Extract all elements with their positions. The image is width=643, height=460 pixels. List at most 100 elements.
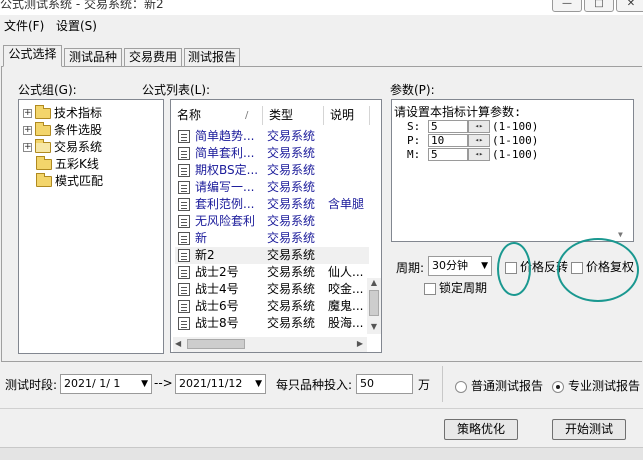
hscroll-thumb[interactable] [187, 339, 245, 349]
list-row[interactable]: 战士2号 交易系统 仙人... [175, 264, 369, 281]
row-name: 简单趋势... [195, 129, 255, 143]
list-row[interactable]: 新 交易系统 [175, 230, 369, 247]
spin-icon[interactable]: ◂▸ [468, 120, 490, 133]
tree-item-pattern-match[interactable]: 模式匹配 [36, 173, 103, 190]
tree-item-color-kline[interactable]: 五彩K线 [36, 156, 99, 173]
formula-group-tree[interactable]: + 技术指标 + 条件选股 + 交易系统 五彩K线 模式匹配 [18, 99, 164, 354]
row-desc: 仙人... [328, 265, 364, 279]
row-type: 交易系统 [267, 316, 316, 330]
tree-item-stock-screen[interactable]: + 条件选股 [23, 122, 102, 139]
param-p-input[interactable]: 10 [428, 134, 468, 147]
list-row[interactable]: 请编写一... 交易系统 [175, 179, 369, 196]
spin-icon[interactable]: ◂▸ [468, 148, 490, 161]
date-from-picker[interactable]: 2021/ 1/ 1 ▼ [60, 374, 152, 394]
scroll-down-icon[interactable]: ▼ [367, 322, 381, 331]
tree-item-indicators[interactable]: + 技术指标 [23, 105, 102, 122]
tab-trade-fees[interactable]: 交易费用 [124, 48, 182, 66]
param-range: (1-100) [492, 120, 539, 133]
list-row-selected[interactable]: 新2 交易系统 [175, 247, 369, 264]
radio-selected-icon[interactable] [552, 380, 564, 393]
chevron-down-icon: ▼ [255, 379, 262, 389]
date-from-value: 2021/ 1/ 1 [64, 377, 121, 390]
row-name: 套利范例... [195, 197, 255, 211]
list-row[interactable]: 简单趋势... 交易系统 [175, 128, 369, 145]
strategy-optimize-button[interactable]: 策略优化 [444, 419, 518, 440]
list-row[interactable]: 无风险套利 交易系统 [175, 213, 369, 230]
formula-doc-icon [178, 283, 190, 296]
menu-bar: 文件(F) 设置(S) [0, 15, 643, 34]
divider [0, 408, 643, 409]
list-row[interactable]: 期权BS定... 交易系统 [175, 162, 369, 179]
row-type: 交易系统 [267, 180, 316, 194]
close-button[interactable]: ✕ [616, 0, 643, 12]
list-horizontal-scrollbar[interactable]: ◀ ▶ [173, 337, 367, 352]
formula-doc-icon [178, 130, 190, 143]
scroll-right-icon[interactable]: ▶ [357, 339, 363, 348]
expand-icon[interactable]: + [23, 143, 32, 152]
radio-icon[interactable] [455, 380, 467, 393]
tree-item-trading-system[interactable]: + 交易系统 [23, 139, 102, 156]
column-header-name[interactable]: 名称 / [171, 106, 263, 125]
scroll-down-icon[interactable]: ▼ [618, 230, 623, 239]
checkbox-label: 锁定周期 [439, 281, 488, 295]
radio-normal-report[interactable]: 普通测试报告 [455, 377, 543, 394]
folder-icon [35, 105, 51, 119]
spin-icon[interactable]: ◂▸ [468, 134, 490, 147]
scroll-left-icon[interactable]: ◀ [175, 339, 181, 348]
folder-icon [36, 156, 52, 170]
param-row-s: S: 5 ◂▸ (1-100) [407, 120, 538, 134]
date-to-value: 2021/11/12 [179, 377, 243, 390]
row-desc: 魔鬼... [328, 299, 364, 313]
investment-input[interactable]: 50 [356, 374, 413, 394]
list-row[interactable]: 简单套利... 交易系统 [175, 145, 369, 162]
lock-period-checkbox[interactable]: 锁定周期 [424, 279, 487, 296]
tree-item-label: 五彩K线 [55, 157, 99, 171]
column-header-desc[interactable]: 说明 [324, 106, 370, 125]
list-row[interactable]: 战士8号 交易系统 股海... [175, 315, 369, 332]
formula-doc-icon [178, 266, 190, 279]
row-type: 交易系统 [267, 197, 316, 211]
menu-settings[interactable]: 设置(S) [56, 17, 97, 34]
annotation-circle [497, 242, 531, 296]
param-m-input[interactable]: 5 [428, 148, 468, 161]
params-panel: 请设置本指标计算参数: S: 5 ◂▸ (1-100) P: 10 ◂▸ (1-… [391, 99, 634, 242]
scroll-up-icon[interactable]: ▲ [367, 278, 381, 287]
column-header-type[interactable]: 类型 [263, 106, 324, 125]
period-select[interactable]: 30分钟 ▼ [428, 256, 492, 276]
row-type: 交易系统 [267, 129, 316, 143]
tree-item-label: 技术指标 [54, 106, 103, 120]
row-name: 战士8号 [195, 316, 239, 330]
row-desc: 咬金... [328, 282, 364, 296]
list-row[interactable]: 战士6号 交易系统 魔鬼... [175, 298, 369, 315]
status-bar [0, 447, 643, 460]
formula-group-label: 公式组(G): [18, 83, 77, 97]
minimize-button[interactable]: — [552, 0, 582, 12]
expand-icon[interactable]: + [23, 109, 32, 118]
formula-doc-icon [178, 164, 190, 177]
tab-test-instruments[interactable]: 测试品种 [64, 48, 122, 66]
menu-file[interactable]: 文件(F) [4, 17, 44, 34]
maximize-button[interactable]: □ [584, 0, 614, 12]
radio-pro-report[interactable]: 专业测试报告 [552, 377, 640, 394]
tab-test-report[interactable]: 测试报告 [184, 48, 240, 66]
formula-doc-icon [178, 147, 190, 160]
row-type: 交易系统 [267, 282, 316, 296]
date-to-picker[interactable]: 2021/11/12 ▼ [175, 374, 266, 394]
list-vertical-scrollbar[interactable]: ▲ ▼ [367, 278, 381, 334]
param-s-input[interactable]: 5 [428, 120, 468, 133]
list-row[interactable]: 战士4号 交易系统 咬金... [175, 281, 369, 298]
row-type: 交易系统 [267, 214, 316, 228]
title-bar: 公式测试系统 - 交易系统：新2 — □ ✕ [0, 0, 643, 15]
test-period-label: 测试时段: [5, 378, 58, 392]
tab-formula-select[interactable]: 公式选择 [3, 45, 62, 67]
expand-icon[interactable]: + [23, 126, 32, 135]
checkbox-icon[interactable] [424, 282, 436, 295]
scroll-thumb[interactable] [369, 290, 379, 316]
formula-list[interactable]: 名称 / 类型 说明 简单趋势... 交易系统 简单套利... 交易系统 期权BS定… [170, 99, 382, 353]
list-row[interactable]: 套利范例... 交易系统 含单腿 [175, 196, 369, 213]
param-range: (1-100) [492, 148, 539, 161]
start-test-button[interactable]: 开始测试 [552, 419, 626, 440]
formula-doc-icon [178, 300, 190, 313]
row-type: 交易系统 [267, 299, 316, 313]
investment-label: 每只品种投入: [276, 378, 353, 392]
